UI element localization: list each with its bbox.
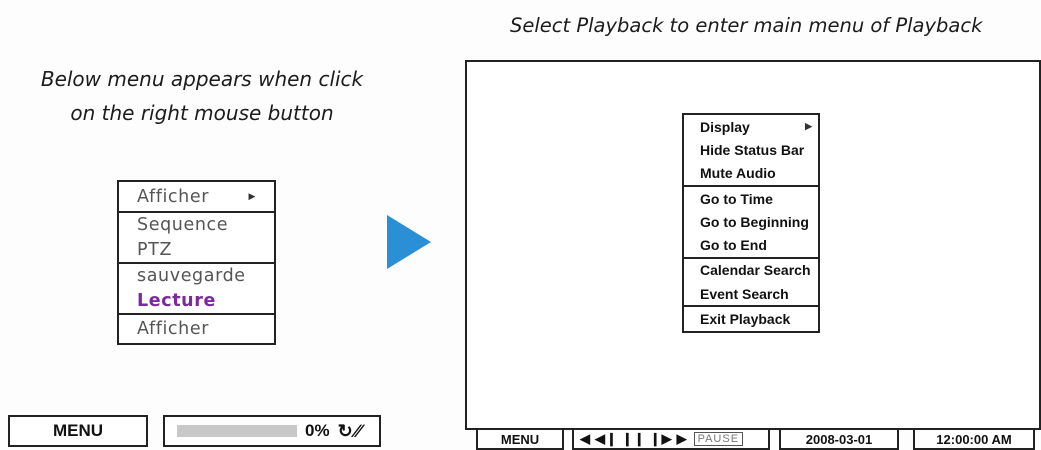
playback-date: 2008-03-01 [779, 428, 899, 450]
menu-item-hide-status-bar[interactable]: Hide Status Bar [684, 138, 818, 161]
progress-bar [177, 425, 297, 437]
left-context-menu: Afficher ▶ Sequence PTZ sauvegarde Lectu… [117, 180, 276, 345]
menu-item-label: Calendar Search [700, 262, 811, 279]
menu-item-label: Go to End [700, 237, 767, 254]
menu-group: Exit Playback [684, 305, 818, 330]
playback-time: 12:00:00 AM [913, 428, 1035, 450]
submenu-arrow-icon: ▶ [248, 191, 256, 202]
menu-group: Sequence PTZ [119, 211, 274, 262]
right-caption: Select Playback to enter main menu of Pl… [510, 14, 983, 37]
menu-item-label: Afficher [137, 319, 210, 339]
menu-item-label: Go to Time [700, 190, 773, 207]
menu-item-event-search[interactable]: Event Search [684, 282, 818, 305]
menu-item-label: sauvegarde [137, 266, 246, 287]
menu-item-label: Event Search [700, 285, 789, 302]
menu-item-label: Lecture [137, 290, 216, 311]
next-arrow-icon [387, 215, 431, 269]
menu-group: Afficher ▶ [119, 182, 274, 211]
left-caption-line1: Below menu appears when click [40, 67, 364, 91]
menu-item-label: Exit Playback [700, 311, 791, 328]
menu-item-display[interactable]: Display ▶ [684, 115, 818, 138]
menu-item-go-to-end[interactable]: Go to End [684, 233, 818, 256]
menu-item-lecture[interactable]: Lecture [119, 289, 274, 314]
menu-item-label: Afficher [137, 186, 210, 207]
menu-item-label: Mute Audio [700, 165, 776, 182]
menu-item-label: Display [700, 118, 750, 135]
left-caption: Below menu appears when click on the rig… [22, 62, 382, 130]
pause-status: PAUSE [693, 432, 744, 446]
menu-item-afficher-2[interactable]: Afficher [119, 315, 274, 343]
menu-item-exit-playback[interactable]: Exit Playback [684, 307, 818, 330]
no-audio-icon[interactable]: ∕∕ [355, 421, 361, 442]
status-progress: 0% ↻ ∕∕ [163, 415, 381, 447]
menu-group: sauvegarde Lecture [119, 262, 274, 313]
menu-item-label: PTZ [137, 239, 173, 260]
submenu-arrow-icon: ▶ [805, 121, 812, 132]
menu-group: Calendar Search Event Search [684, 256, 818, 306]
menu-item-label: Sequence [137, 215, 229, 236]
menu-item-afficher[interactable]: Afficher ▶ [119, 182, 274, 211]
menu-item-label: Hide Status Bar [700, 141, 805, 158]
playback-context-menu: Display ▶ Hide Status Bar Mute Audio Go … [682, 113, 820, 333]
menu-item-sequence[interactable]: Sequence [119, 213, 274, 238]
menu-item-mute-audio[interactable]: Mute Audio [684, 162, 818, 185]
playback-controls: ◀ ◀❙ ❙❙ ❙▶ ▶ PAUSE [572, 428, 770, 450]
menu-item-go-to-beginning[interactable]: Go to Beginning [684, 210, 818, 233]
refresh-icon[interactable]: ↻ [338, 421, 353, 442]
menu-item-go-to-time[interactable]: Go to Time [684, 187, 818, 210]
menu-button[interactable]: MENU [8, 415, 148, 447]
menu-item-ptz[interactable]: PTZ [119, 238, 274, 263]
progress-value: 0% [305, 421, 330, 440]
menu-item-label: Go to Beginning [700, 213, 809, 230]
menu-item-sauvegarde[interactable]: sauvegarde [119, 264, 274, 289]
left-caption-line2: on the right mouse button [70, 101, 334, 125]
playback-menu-button[interactable]: MENU [476, 428, 564, 450]
menu-group: Afficher [119, 313, 274, 343]
menu-item-calendar-search[interactable]: Calendar Search [684, 259, 818, 282]
menu-group: Display ▶ Hide Status Bar Mute Audio [684, 115, 818, 185]
menu-group: Go to Time Go to Beginning Go to End [684, 184, 818, 257]
